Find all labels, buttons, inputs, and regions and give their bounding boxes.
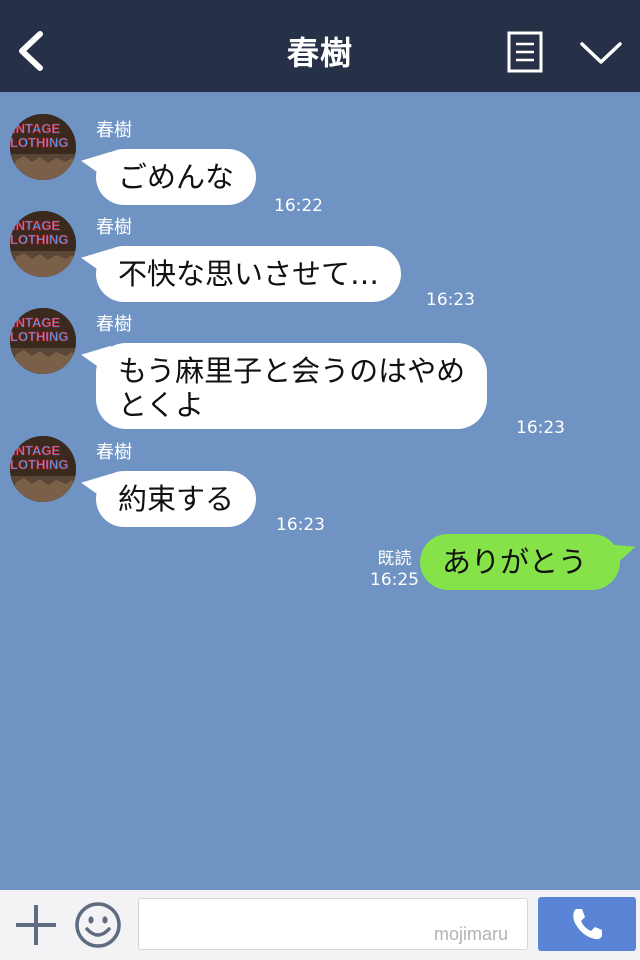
avatar[interactable]: INTAGE LOTHING bbox=[10, 114, 76, 180]
notes-button[interactable] bbox=[506, 30, 544, 74]
watermark: mojimaru bbox=[434, 924, 509, 944]
avatar[interactable]: INTAGE LOTHING bbox=[10, 436, 76, 502]
sender-name: 春樹 bbox=[96, 217, 132, 238]
svg-text:INTAGE: INTAGE bbox=[12, 121, 60, 136]
message-time: 16:23 bbox=[276, 515, 325, 535]
notes-icon bbox=[507, 31, 543, 73]
emoji-icon bbox=[75, 902, 121, 948]
svg-text:INTAGE: INTAGE bbox=[12, 218, 60, 233]
avatar[interactable]: INTAGE LOTHING bbox=[10, 308, 76, 374]
read-status: 既読 bbox=[377, 549, 412, 569]
svg-text:LOTHING: LOTHING bbox=[10, 329, 69, 344]
message-time: 16:22 bbox=[274, 196, 323, 216]
sender-name: 春樹 bbox=[96, 120, 132, 141]
message-bubble[interactable]: 約束する bbox=[96, 471, 257, 527]
menu-toggle-button[interactable] bbox=[578, 36, 624, 70]
sender-name: 春樹 bbox=[96, 442, 132, 463]
svg-text:INTAGE: INTAGE bbox=[12, 315, 60, 330]
chat-header: 春樹 bbox=[0, 0, 640, 92]
chat-area[interactable]: INTAGE LOTHING 春樹 ごめんな 16:22 INTAGE LOTH… bbox=[0, 92, 640, 890]
call-button[interactable] bbox=[538, 897, 636, 951]
chat-title: 春樹 bbox=[286, 34, 353, 72]
svg-text:LOTHING: LOTHING bbox=[10, 232, 69, 247]
phone-icon bbox=[573, 909, 602, 940]
svg-text:INTAGE: INTAGE bbox=[12, 443, 60, 458]
message-bubble[interactable]: ごめんな bbox=[96, 149, 257, 205]
chevron-down-icon bbox=[580, 42, 622, 64]
svg-text:LOTHING: LOTHING bbox=[10, 135, 69, 150]
svg-text:LOTHING: LOTHING bbox=[10, 457, 69, 472]
message-bubble[interactable]: ありがとう bbox=[420, 534, 620, 590]
message-text-line: とくよ bbox=[118, 388, 205, 422]
message-time: 16:25 bbox=[370, 570, 419, 590]
message-time: 16:23 bbox=[426, 290, 475, 310]
message-text-line: もう麻里子と会うのはやめ bbox=[118, 354, 466, 388]
read-receipt: 既読 16:25 bbox=[370, 549, 419, 591]
message-time: 16:23 bbox=[516, 418, 565, 438]
plus-icon bbox=[16, 905, 56, 945]
message-bubble[interactable]: 不快な思いさせて… bbox=[96, 246, 402, 302]
message-bubble[interactable]: もう麻里子と会うのはやめ とくよ bbox=[96, 343, 488, 429]
avatar[interactable]: INTAGE LOTHING bbox=[10, 211, 76, 277]
sender-name: 春樹 bbox=[96, 314, 132, 335]
emoji-button[interactable] bbox=[74, 901, 122, 949]
add-button[interactable] bbox=[14, 903, 58, 947]
